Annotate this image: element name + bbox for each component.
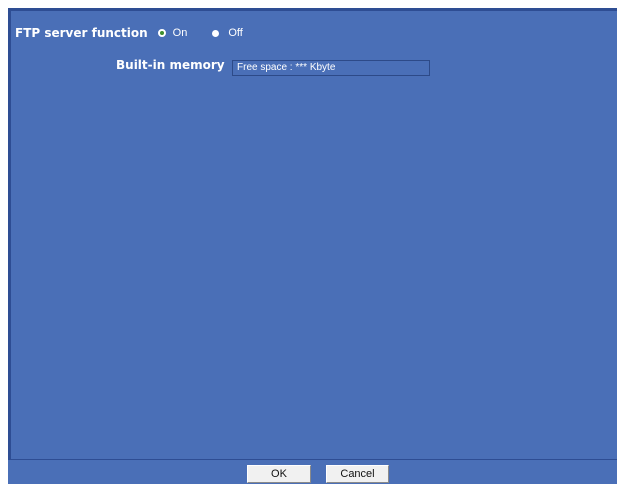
ftp-on-radio[interactable] [157, 29, 166, 37]
settings-panel [8, 8, 617, 484]
ftp-server-function-row: FTP server function On Off [15, 25, 243, 41]
ftp-on-label[interactable]: On [173, 27, 188, 39]
ftp-off-label[interactable]: Off [228, 27, 242, 39]
panel-top-border [8, 8, 617, 11]
free-space-display: Free space : *** Kbyte [232, 60, 430, 76]
ftp-settings-page: FTP server function On Off Built-in memo… [0, 0, 619, 484]
ftp-off-radio[interactable] [212, 29, 220, 37]
cancel-button[interactable]: Cancel [326, 465, 389, 483]
built-in-memory-label: Built-in memory [116, 58, 225, 72]
ok-button[interactable]: OK [247, 465, 311, 483]
panel-bottom-divider [11, 459, 617, 460]
panel-left-border [8, 8, 11, 460]
built-in-memory-row: Built-in memory [116, 58, 225, 72]
ftp-server-function-label: FTP server function [15, 26, 148, 40]
